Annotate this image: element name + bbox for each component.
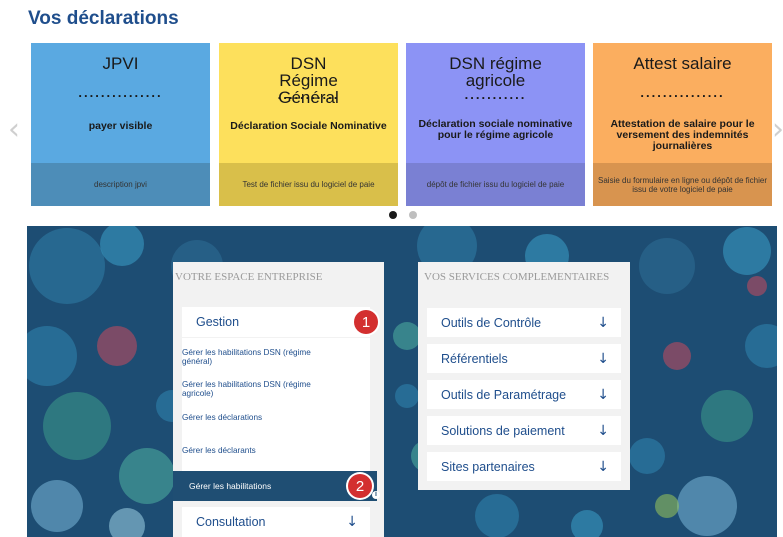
service-label: Solutions de paiement <box>441 423 565 438</box>
link-habilitations-dsn-agricole[interactable]: Gérer les habilitations DSN (régime agri… <box>182 380 342 398</box>
card-dsn-regime-general[interactable]: DSN Régime Général ........... Déclarati… <box>219 43 398 206</box>
link-gerer-declarations[interactable]: Gérer les déclarations <box>182 413 342 422</box>
link-habilitations-dsn-general[interactable]: Gérer les habilitations DSN (régime géné… <box>182 348 342 366</box>
consultation-menu[interactable]: Consultation ↓ <box>182 507 370 537</box>
chevron-down-icon: ↓ <box>597 422 609 439</box>
service-label: Sites partenaires <box>441 459 535 474</box>
active-link-label: Gérer les habilitations <box>189 481 272 491</box>
step-badge-1: 1 <box>354 310 378 334</box>
service-solutions-paiement[interactable]: Solutions de paiement ↓ <box>427 416 621 445</box>
page-title: Vos déclarations <box>28 8 179 29</box>
services-heading: VOS SERVICES COMPLEMENTAIRES <box>424 271 610 283</box>
card-divider: ........... <box>464 87 527 102</box>
card-footer: description jpvi <box>31 163 210 206</box>
card-footer: Saisie du formulaire en ligne ou dépôt d… <box>593 163 772 206</box>
link-gerer-habilitations[interactable]: Gérer les habilitations <box>173 471 377 501</box>
chevron-down-icon: ↓ <box>597 386 609 403</box>
gestion-menu[interactable]: Gestion <box>182 307 370 337</box>
espace-entreprise-panel: VOTRE ESPACE ENTREPRISE Gestion Gérer le… <box>173 262 384 537</box>
card-jpvi[interactable]: JPVI ............... payer visible descr… <box>31 43 210 206</box>
service-label: Référentiels <box>441 351 508 366</box>
chevron-down-icon: ↓ <box>346 514 358 530</box>
bokeh-background <box>27 226 777 537</box>
card-attest-salaire[interactable]: Attest salaire ............... Attestati… <box>593 43 772 206</box>
chevron-down-icon: ↓ <box>597 314 609 331</box>
service-sites-partenaires[interactable]: Sites partenaires ↓ <box>427 452 621 481</box>
card-title: DSN régime agricole <box>449 54 542 90</box>
card-description: Déclaration sociale nominative pour le r… <box>418 118 573 141</box>
carousel-page-dot[interactable] <box>409 211 417 219</box>
carousel-prev-icon[interactable]: ‹ <box>8 112 20 147</box>
service-referentiels[interactable]: Référentiels ↓ <box>427 344 621 373</box>
carousel-next-icon[interactable]: › <box>772 112 783 147</box>
card-divider: ............... <box>78 85 163 100</box>
chevron-down-icon: ↓ <box>597 458 609 475</box>
card-description: Déclaration Sociale Nominative <box>230 120 387 132</box>
service-label: Outils de Paramétrage <box>441 387 567 402</box>
services-banner <box>27 226 777 537</box>
service-label: Outils de Contrôle <box>441 315 542 330</box>
services-panel: VOS SERVICES COMPLEMENTAIRES Outils de C… <box>418 262 630 490</box>
card-divider: ........... <box>277 87 340 102</box>
info-icon[interactable]: i <box>372 491 380 499</box>
gestion-label: Gestion <box>196 315 240 329</box>
consultation-label: Consultation <box>196 515 266 529</box>
chevron-down-icon: ↓ <box>597 350 609 367</box>
card-description: payer visible <box>88 120 153 132</box>
card-dsn-regime-agricole[interactable]: DSN régime agricole ........... Déclarat… <box>406 43 585 206</box>
card-footer: Test de fichier issu du logiciel de paie <box>219 163 398 206</box>
service-outils-parametrage[interactable]: Outils de Paramétrage ↓ <box>427 380 621 409</box>
link-gerer-declarants[interactable]: Gérer les déclarants <box>182 446 342 455</box>
espace-entreprise-heading: VOTRE ESPACE ENTREPRISE <box>175 271 323 283</box>
service-outils-controle[interactable]: Outils de Contrôle ↓ <box>427 308 621 337</box>
card-title: JPVI <box>102 54 139 73</box>
card-title: Attest salaire <box>633 54 732 73</box>
step-badge-2: 2 <box>348 474 372 498</box>
card-divider: ............... <box>640 85 725 100</box>
carousel-page-dot-active[interactable] <box>389 211 397 219</box>
card-footer: dépôt de fichier issu du logiciel de pai… <box>406 163 585 206</box>
card-description: Attestation de salaire pour le versement… <box>610 118 755 152</box>
